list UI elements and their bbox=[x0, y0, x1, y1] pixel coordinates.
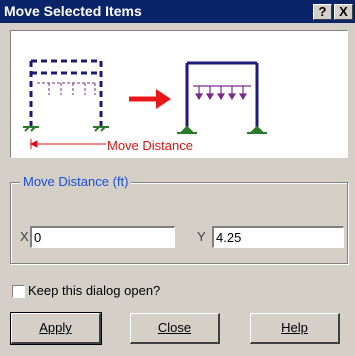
title-bar[interactable]: Move Selected Items ? X bbox=[0, 0, 355, 23]
move-distance-group bbox=[10, 182, 348, 264]
close-button[interactable]: Close bbox=[130, 313, 220, 344]
y-distance-input[interactable]: 4.25 bbox=[212, 226, 344, 248]
x-distance-input[interactable]: 0 bbox=[30, 226, 175, 248]
move-arrow bbox=[129, 89, 171, 109]
help-icon[interactable]: ? bbox=[313, 4, 332, 20]
x-label: X bbox=[20, 229, 29, 244]
apply-button[interactable]: Apply bbox=[10, 312, 102, 345]
original-load bbox=[37, 82, 97, 95]
keep-open-label[interactable]: Keep this dialog open? bbox=[28, 283, 160, 298]
y-label: Y bbox=[197, 229, 206, 244]
close-icon[interactable]: X bbox=[334, 4, 353, 20]
help-button[interactable]: Help bbox=[250, 313, 340, 344]
move-distance-label: Move Distance bbox=[106, 138, 194, 153]
keep-open-checkbox[interactable] bbox=[12, 285, 25, 298]
group-legend: Move Distance (ft) bbox=[20, 174, 132, 189]
original-supports bbox=[23, 126, 109, 132]
original-frame bbox=[29, 59, 103, 127]
moved-supports bbox=[177, 125, 267, 134]
moved-load bbox=[193, 85, 251, 101]
window-title: Move Selected Items bbox=[4, 3, 142, 19]
